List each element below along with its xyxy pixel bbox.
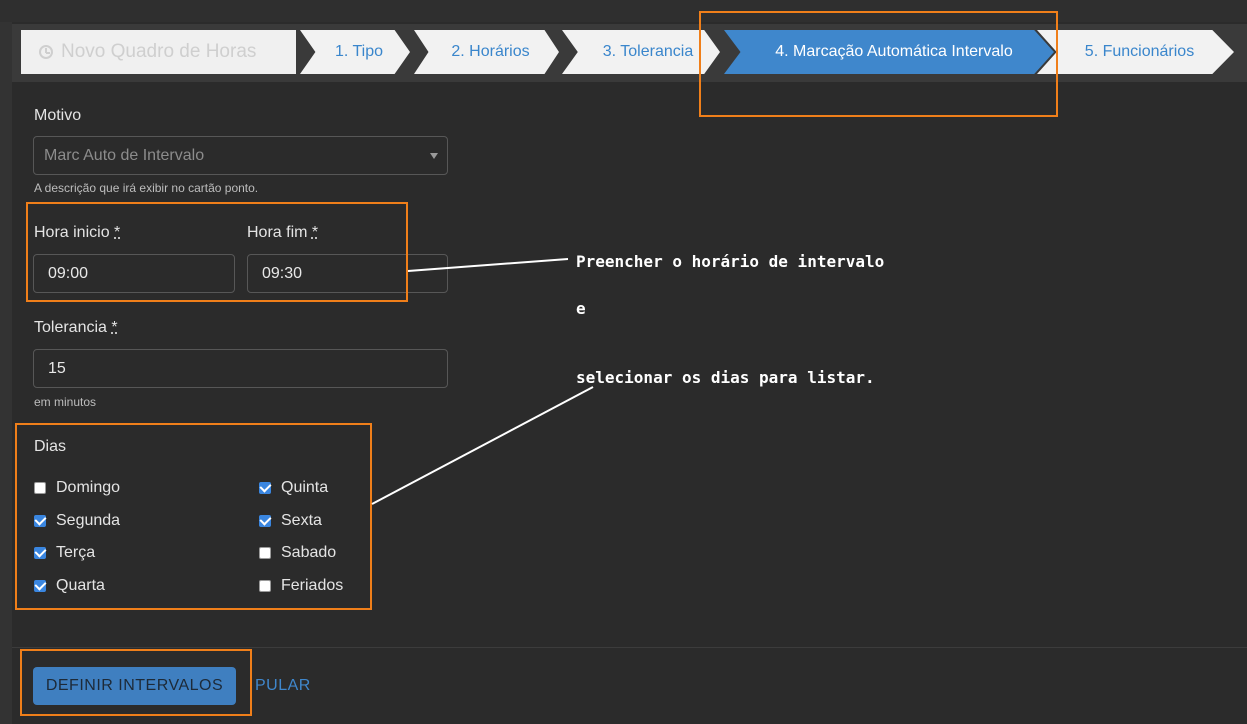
- required-marker: *: [114, 224, 121, 241]
- checkbox-label: Segunda: [56, 512, 121, 529]
- checkbox-label: Quarta: [56, 577, 105, 594]
- checkbox-sexta[interactable]: Sexta: [259, 512, 322, 530]
- checkbox-feriados[interactable]: Feriados: [259, 577, 343, 595]
- checkbox-icon[interactable]: [259, 547, 271, 559]
- hora-inicio-label-text: Hora inicio: [34, 224, 110, 241]
- footer-divider: [12, 647, 1247, 648]
- annotation-text-line1: Preencher o horário de intervalo: [576, 252, 885, 271]
- pular-button[interactable]: PULAR: [255, 667, 311, 705]
- checkbox-icon[interactable]: [34, 515, 46, 527]
- checkbox-domingo[interactable]: Domingo: [34, 479, 120, 497]
- motivo-label: Motivo: [34, 107, 82, 124]
- required-marker: *: [311, 224, 319, 241]
- tolerancia-help: em minutos: [34, 395, 97, 409]
- wizard-step-label: 3. Tolerancia: [602, 43, 694, 60]
- wizard-step-label: 4. Marcação Automática Intervalo: [775, 43, 1013, 60]
- tolerancia-label-text: Tolerancia: [34, 319, 107, 336]
- hora-inicio-input[interactable]: 09:00: [33, 254, 235, 293]
- checkbox-icon[interactable]: [34, 482, 46, 494]
- checkbox-icon[interactable]: [34, 547, 46, 559]
- hora-inicio-label: Hora inicio *: [34, 224, 120, 242]
- checkbox-label: Sexta: [281, 512, 322, 529]
- hora-inicio-value: 09:00: [48, 264, 89, 282]
- window-top-edge: [0, 0, 1247, 22]
- hora-fim-input[interactable]: 09:30: [247, 254, 448, 293]
- hora-fim-label: Hora fim *: [247, 224, 318, 242]
- dropdown-caret-icon: [430, 153, 438, 159]
- wizard-step-marcacao-automatica-active[interactable]: 4. Marcação Automática Intervalo: [724, 30, 1054, 74]
- checkbox-quarta[interactable]: Quarta: [34, 577, 105, 595]
- motivo-select[interactable]: Marc Auto de Intervalo: [33, 136, 448, 175]
- checkbox-segunda[interactable]: Segunda: [34, 512, 120, 530]
- wizard-step-funcionarios[interactable]: 5. Funcionários: [1037, 30, 1234, 74]
- wizard-step-label: 2. Horários: [451, 43, 530, 60]
- window-left-edge: [0, 22, 12, 724]
- definir-intervalos-button[interactable]: DEFINIR INTERVALOS: [33, 667, 236, 705]
- annotation-text-line3: selecionar os dias para listar.: [576, 368, 875, 387]
- checkbox-icon[interactable]: [34, 580, 46, 592]
- annotation-text-line2: e: [576, 299, 586, 318]
- wizard-step-horarios[interactable]: 2. Horários: [414, 30, 559, 74]
- dias-label: Dias: [34, 438, 67, 455]
- clock-icon: [39, 45, 53, 59]
- checkbox-label: Feriados: [281, 577, 344, 594]
- wizard-title-label: Novo Quadro de Horas: [61, 41, 257, 62]
- motivo-help: A descrição que irá exibir no cartão pon…: [34, 181, 259, 195]
- checkbox-label: Sabado: [281, 544, 337, 561]
- hora-fim-value: 09:30: [262, 264, 303, 282]
- motivo-select-value: Marc Auto de Intervalo: [44, 146, 205, 164]
- checkbox-label: Quinta: [281, 479, 329, 496]
- checkbox-icon[interactable]: [259, 580, 271, 592]
- tolerancia-value: 15: [48, 359, 66, 377]
- required-marker: *: [111, 319, 118, 336]
- checkbox-quinta[interactable]: Quinta: [259, 479, 328, 497]
- wizard-step-tipo[interactable]: 1. Tipo: [300, 30, 410, 74]
- checkbox-label: Domingo: [56, 479, 121, 496]
- checkbox-sabado[interactable]: Sabado: [259, 544, 336, 562]
- wizard-step-label: 5. Funcionários: [1084, 43, 1195, 60]
- checkbox-icon[interactable]: [259, 515, 271, 527]
- wizard-step-tolerancia[interactable]: 3. Tolerancia: [562, 30, 720, 74]
- wizard-step-label: 1. Tipo: [334, 43, 384, 60]
- tolerancia-label: Tolerancia *: [34, 319, 118, 337]
- tolerancia-input[interactable]: 15: [33, 349, 448, 388]
- hora-fim-label-text: Hora fim: [247, 224, 308, 241]
- checkbox-terca[interactable]: Terça: [34, 544, 95, 562]
- wizard-title: Novo Quadro de Horas: [21, 30, 296, 74]
- checkbox-label: Terça: [56, 544, 96, 561]
- checkbox-icon[interactable]: [259, 482, 271, 494]
